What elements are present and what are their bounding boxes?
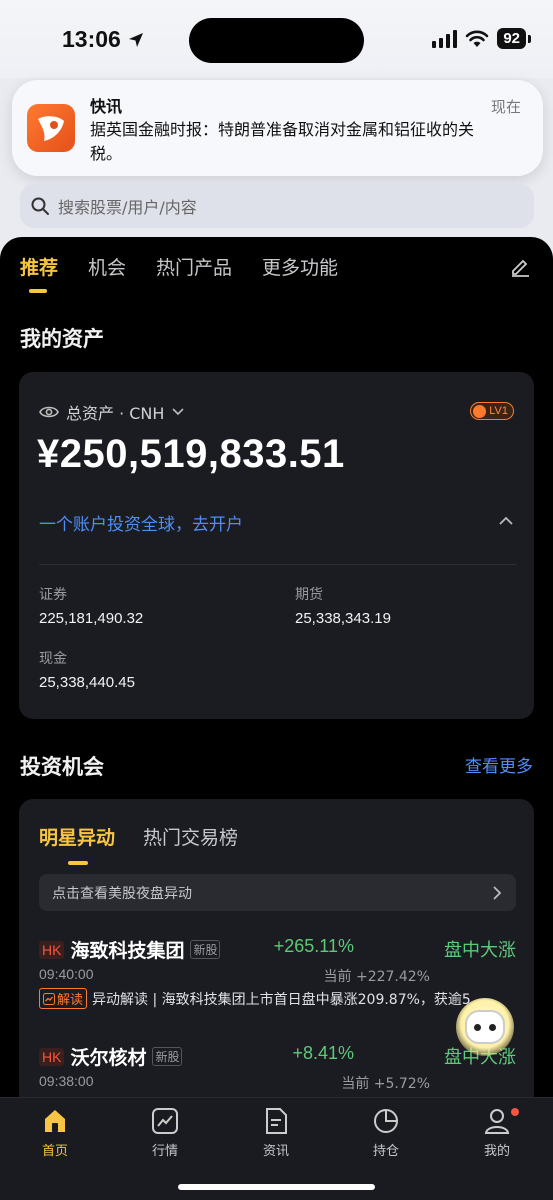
tab-market[interactable]: 行情	[125, 1106, 205, 1159]
dynamic-island	[189, 18, 364, 63]
open-account-link[interactable]: 一个账户投资全球，去开户	[39, 510, 243, 535]
cellular-signal-icon	[432, 29, 458, 48]
tab-home[interactable]: 首页	[15, 1106, 95, 1159]
market-tag: HK	[39, 1047, 65, 1066]
tab-star-movers[interactable]: 明星异动	[39, 823, 115, 850]
search-input[interactable]: 搜索股票/用户/内容	[20, 184, 534, 228]
tab-opportunity[interactable]: 机会	[88, 253, 126, 280]
futures-value: 25,338,343.19	[295, 610, 391, 627]
status-bar: 13:06 92	[0, 0, 553, 78]
notification-body: 据英国金融时报：特朗普准备取消对金属和铝征收的关税。	[90, 120, 475, 163]
new-listing-tag: 新股	[152, 1047, 183, 1066]
bottom-tab-bar: 首页 行情 资讯 持仓 我的	[0, 1097, 553, 1200]
assets-section-title: 我的资产	[20, 327, 104, 351]
opportunities-section-title: 投资机会	[20, 755, 104, 779]
edit-icon[interactable]	[509, 255, 531, 277]
tab-hot-trading[interactable]: 热门交易榜	[143, 823, 238, 850]
asset-card: 总资产 · CNH LV1 ¥250,519,833.51 一个账户投资全球，去…	[19, 372, 534, 719]
futures-label: 期货	[295, 587, 323, 603]
news-notification[interactable]: 快讯 据英国金融时报：特朗普准备取消对金属和铝征收的关税。 现在	[12, 80, 543, 176]
stock-time: 09:38:00	[39, 1073, 94, 1089]
location-arrow-icon	[128, 32, 143, 47]
news-icon	[266, 1108, 287, 1134]
stock-name: 沃尔核材	[70, 1047, 147, 1069]
stock-status: 盘中大涨	[444, 940, 516, 961]
home-icon	[45, 1110, 65, 1132]
stock-row[interactable]: HK 沃尔核材 新股 +8.41% 盘中大涨 09:38:00 当前 +5.72…	[39, 1043, 516, 1092]
tab-profile[interactable]: 我的	[457, 1106, 537, 1159]
tab-indicator	[29, 289, 47, 293]
stock-change: +265.11%	[273, 936, 354, 956]
wifi-icon	[466, 30, 489, 47]
stock-current-change: 当前 +5.72%	[341, 1076, 430, 1092]
interpretation-tag: 解读	[39, 988, 88, 1009]
tab-news[interactable]: 资讯	[236, 1106, 316, 1159]
status-time: 13:06	[62, 26, 145, 53]
securities-value: 225,181,490.32	[39, 610, 144, 627]
total-assets-label[interactable]: 总资产 · CNH	[39, 400, 185, 424]
level-badge-icon	[473, 404, 487, 418]
search-placeholder: 搜索股票/用户/内容	[58, 198, 197, 217]
level-badge[interactable]: LV1	[470, 402, 514, 420]
stock-change: +8.41%	[292, 1043, 354, 1063]
chart-icon	[152, 1108, 178, 1134]
app-logo-icon	[27, 104, 75, 152]
tab-holdings[interactable]: 持仓	[346, 1106, 426, 1159]
market-tag: HK	[39, 940, 65, 959]
notification-dot	[511, 1108, 519, 1116]
search-icon	[31, 197, 49, 215]
interpretation-line[interactable]: 解读 异动解读 | 海致科技集团上市首日盘中暴涨209.87%，获逾5	[39, 988, 499, 1009]
chevron-up-icon[interactable]	[498, 516, 514, 526]
cash-label: 现金	[39, 651, 67, 667]
trend-icon	[43, 992, 55, 1005]
ai-assistant-button[interactable]	[456, 998, 514, 1056]
main-panel: 推荐 机会 热门产品 更多功能 我的资产 总资产 · CNH LV1 ¥250,…	[0, 237, 553, 1200]
tab-recommend[interactable]: 推荐	[20, 253, 58, 280]
home-indicator	[178, 1184, 375, 1190]
top-tabs: 推荐 机会 热门产品 更多功能	[20, 253, 338, 280]
securities-label: 证券	[39, 587, 67, 603]
see-more-link[interactable]: 查看更多	[465, 752, 533, 777]
total-assets-value: ¥250,519,833.51	[37, 432, 345, 476]
chevron-down-icon	[172, 408, 185, 416]
eye-icon[interactable]	[39, 405, 59, 419]
stock-current-change: 当前 +227.42%	[323, 969, 430, 985]
new-listing-tag: 新股	[190, 940, 221, 959]
pie-icon	[374, 1109, 398, 1133]
night-session-notice[interactable]: 点击查看美股夜盘异动	[39, 874, 516, 911]
divider	[39, 564, 517, 565]
notification-time: 现在	[490, 98, 521, 116]
opp-tab-indicator	[68, 861, 88, 865]
notification-title: 快讯	[90, 97, 123, 116]
battery-indicator: 92	[497, 28, 526, 49]
tab-hot-products[interactable]: 热门产品	[156, 253, 232, 280]
robot-icon	[465, 1010, 505, 1044]
stock-name: 海致科技集团	[70, 940, 185, 962]
user-icon	[484, 1109, 510, 1134]
stock-time: 09:40:00	[39, 966, 94, 982]
stock-row[interactable]: HK 海致科技集团 新股 +265.11% 盘中大涨 09:40:00 当前 +…	[39, 936, 516, 1009]
chevron-right-icon	[493, 886, 502, 900]
tab-more-features[interactable]: 更多功能	[262, 253, 338, 280]
cash-value: 25,338,440.45	[39, 674, 135, 691]
